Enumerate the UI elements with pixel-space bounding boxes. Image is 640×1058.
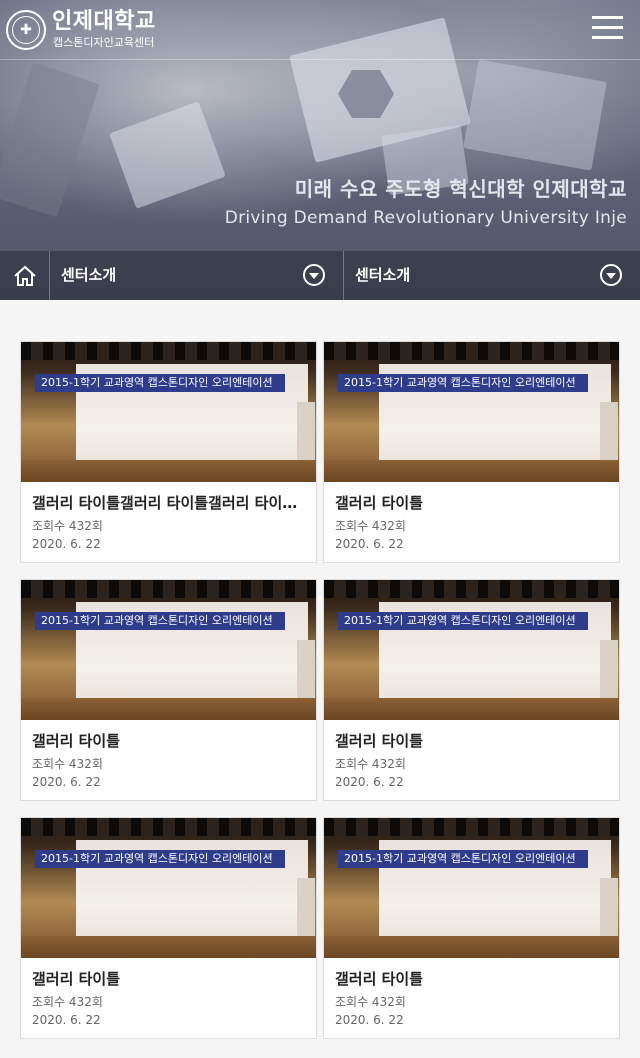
thumbnail-banner-text: 2015-1학기 교과영역 캡스톤디자인 오리엔테이션 bbox=[338, 612, 588, 630]
thumbnail-banner-text: 2015-1학기 교과영역 캡스톤디자인 오리엔테이션 bbox=[35, 374, 285, 392]
thumbnail-banner-text: 2015-1학기 교과영역 캡스톤디자인 오리엔테이션 bbox=[338, 850, 588, 868]
gallery-card[interactable]: 2015-1학기 교과영역 캡스톤디자인 오리엔테이션 갤러리 타이틀 조회수 … bbox=[323, 817, 620, 1039]
gallery-card-title[interactable]: 갤러리 타이틀 bbox=[32, 968, 308, 990]
gallery-card-date: 2020. 6. 22 bbox=[335, 537, 404, 551]
gallery-thumbnail[interactable]: 2015-1학기 교과영역 캡스톤디자인 오리엔테이션 bbox=[324, 342, 619, 482]
location-nav: 센터소개 센터소개 bbox=[0, 251, 640, 300]
gallery-card-views: 조회수 432회 bbox=[32, 757, 103, 771]
thumbnail-banner-text: 2015-1학기 교과영역 캡스톤디자인 오리엔테이션 bbox=[35, 612, 285, 630]
gallery-card[interactable]: 2015-1학기 교과영역 캡스톤디자인 오리엔테이션 갤러리 타이틀 조회수 … bbox=[323, 579, 620, 801]
hero-banner: ✚ 인제대학교 캡스톤디자인교육센터 미래 수요 주도형 혁신대학 인제대학교 … bbox=[0, 0, 640, 300]
gallery-thumbnail[interactable]: 2015-1학기 교과영역 캡스톤디자인 오리엔테이션 bbox=[324, 818, 619, 958]
thumbnail-banner-text: 2015-1학기 교과영역 캡스톤디자인 오리엔테이션 bbox=[338, 374, 588, 392]
home-icon bbox=[13, 265, 36, 286]
gallery-card[interactable]: 2015-1학기 교과영역 캡스톤디자인 오리엔테이션 갤러리 타이틀갤러리 타… bbox=[20, 341, 317, 563]
gallery-card[interactable]: 2015-1학기 교과영역 캡스톤디자인 오리엔테이션 갤러리 타이틀 조회수 … bbox=[20, 817, 317, 1039]
chevron-down-circle-icon bbox=[600, 264, 622, 286]
gallery-card[interactable]: 2015-1학기 교과영역 캡스톤디자인 오리엔테이션 갤러리 타이틀 조회수 … bbox=[323, 341, 620, 563]
gallery-card-title[interactable]: 갤러리 타이틀 bbox=[32, 730, 308, 752]
university-logo-icon[interactable]: ✚ bbox=[6, 10, 46, 50]
gallery-card-views: 조회수 432회 bbox=[335, 519, 406, 533]
hamburger-menu-icon[interactable] bbox=[592, 14, 624, 42]
hero-paper-decoration bbox=[463, 59, 607, 171]
site-subtitle: 캡스톤디자인교육센터 bbox=[53, 36, 155, 49]
logo-mark-glyph: ✚ bbox=[12, 16, 40, 44]
gallery-card-views: 조회수 432회 bbox=[335, 995, 406, 1009]
gallery-card-views: 조회수 432회 bbox=[32, 519, 103, 533]
gallery-card-title[interactable]: 갤러리 타이틀 bbox=[335, 968, 611, 990]
gallery-card-date: 2020. 6. 22 bbox=[32, 775, 101, 789]
home-button[interactable] bbox=[0, 251, 50, 300]
gallery-card-date: 2020. 6. 22 bbox=[335, 1013, 404, 1027]
hero-paper-decoration bbox=[0, 62, 100, 218]
gallery-thumbnail[interactable]: 2015-1학기 교과영역 캡스톤디자인 오리엔테이션 bbox=[324, 580, 619, 720]
gallery-card-date: 2020. 6. 22 bbox=[335, 775, 404, 789]
gallery-card-title[interactable]: 갤러리 타이틀 bbox=[335, 492, 611, 514]
site-title[interactable]: 인제대학교 bbox=[52, 9, 156, 35]
nav-select-label: 센터소개 bbox=[61, 266, 117, 284]
hero-paper-decoration bbox=[109, 101, 226, 209]
gallery-card-title[interactable]: 갤러리 타이틀갤러리 타이틀갤러리 타이틀갤러리 타이틀 bbox=[32, 492, 308, 514]
top-header: ✚ 인제대학교 캡스톤디자인교육센터 bbox=[0, 0, 640, 60]
gallery-thumbnail[interactable]: 2015-1학기 교과영역 캡스톤디자인 오리엔테이션 bbox=[21, 818, 316, 958]
gallery-card-date: 2020. 6. 22 bbox=[32, 537, 101, 551]
chevron-down-circle-icon bbox=[303, 264, 325, 286]
nav-select-depth2[interactable]: 센터소개 bbox=[344, 251, 640, 300]
gallery-card-views: 조회수 432회 bbox=[335, 757, 406, 771]
hero-slogan-korean: 미래 수요 주도형 혁신대학 인제대학교 bbox=[294, 177, 627, 201]
hero-slogan-english: Driving Demand Revolutionary University … bbox=[224, 208, 627, 228]
thumbnail-banner-text: 2015-1학기 교과영역 캡스톤디자인 오리엔테이션 bbox=[35, 850, 285, 868]
gallery-card-views: 조회수 432회 bbox=[32, 995, 103, 1009]
nav-select-label: 센터소개 bbox=[355, 266, 411, 284]
gallery-thumbnail[interactable]: 2015-1학기 교과영역 캡스톤디자인 오리엔테이션 bbox=[21, 580, 316, 720]
nav-select-depth1[interactable]: 센터소개 bbox=[50, 251, 344, 300]
gallery-card-title[interactable]: 갤러리 타이틀 bbox=[335, 730, 611, 752]
gallery-card[interactable]: 2015-1학기 교과영역 캡스톤디자인 오리엔테이션 갤러리 타이틀 조회수 … bbox=[20, 579, 317, 801]
gallery-card-date: 2020. 6. 22 bbox=[32, 1013, 101, 1027]
gallery-thumbnail[interactable]: 2015-1학기 교과영역 캡스톤디자인 오리엔테이션 bbox=[21, 342, 316, 482]
